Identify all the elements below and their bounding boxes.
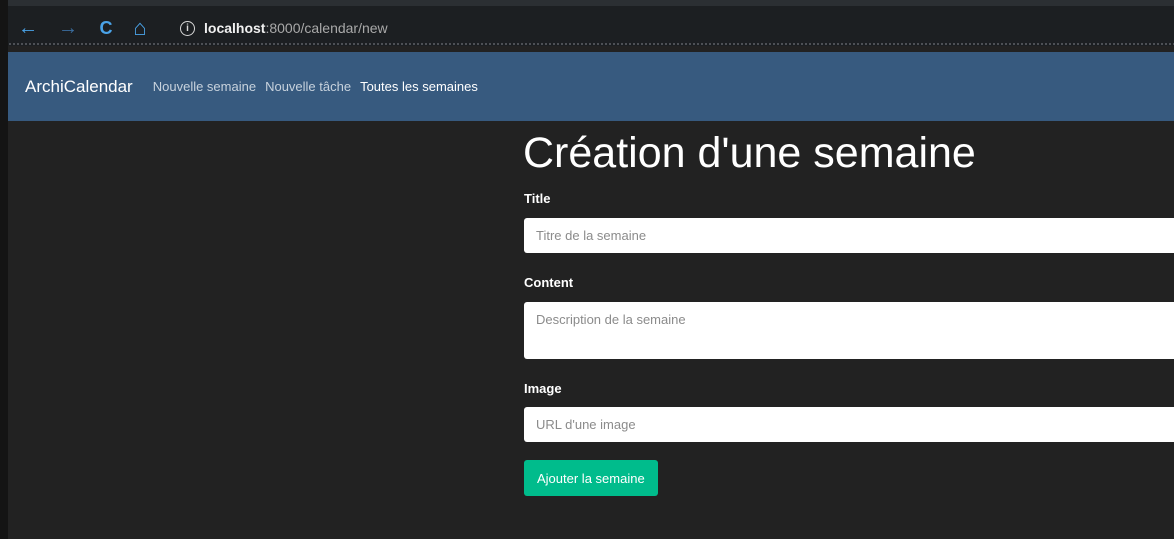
content-textarea[interactable] bbox=[524, 302, 1174, 359]
forward-icon[interactable]: → bbox=[56, 16, 80, 40]
home-icon[interactable]: ⌂ bbox=[128, 16, 152, 40]
browser-toolbar: ← → C ⌂ i localhost:8000/calendar/new bbox=[8, 0, 1174, 46]
browser-tab-strip bbox=[8, 0, 1174, 6]
content-label: Content bbox=[524, 275, 574, 290]
add-week-button[interactable]: Ajouter la semaine bbox=[524, 460, 658, 496]
brand-link[interactable]: ArchiCalendar bbox=[25, 77, 133, 97]
nav-link-all-weeks[interactable]: Toutes les semaines bbox=[360, 79, 478, 94]
image-label: Image bbox=[524, 381, 562, 396]
nav-link-new-week[interactable]: Nouvelle semaine bbox=[153, 79, 256, 94]
app-navbar: ArchiCalendar Nouvelle semaine Nouvelle … bbox=[8, 52, 1174, 121]
main-content: Création d'une semaine Title Content Ima… bbox=[8, 121, 1174, 539]
info-icon[interactable]: i bbox=[180, 20, 195, 36]
title-input[interactable] bbox=[524, 218, 1174, 253]
page-title: Création d'une semaine bbox=[523, 129, 976, 177]
url-host: localhost bbox=[204, 20, 266, 36]
url-path: :8000/calendar/new bbox=[265, 20, 388, 36]
address-bar[interactable]: i localhost:8000/calendar/new bbox=[170, 14, 1174, 42]
back-icon[interactable]: ← bbox=[16, 16, 40, 40]
toolbar-divider bbox=[8, 42, 1174, 46]
title-label: Title bbox=[524, 191, 551, 206]
nav-link-new-task[interactable]: Nouvelle tâche bbox=[265, 79, 351, 94]
reload-icon[interactable]: C bbox=[94, 16, 118, 40]
app-window: ← → C ⌂ i localhost:8000/calendar/new Ar… bbox=[0, 0, 1174, 539]
image-url-input[interactable] bbox=[524, 407, 1174, 442]
